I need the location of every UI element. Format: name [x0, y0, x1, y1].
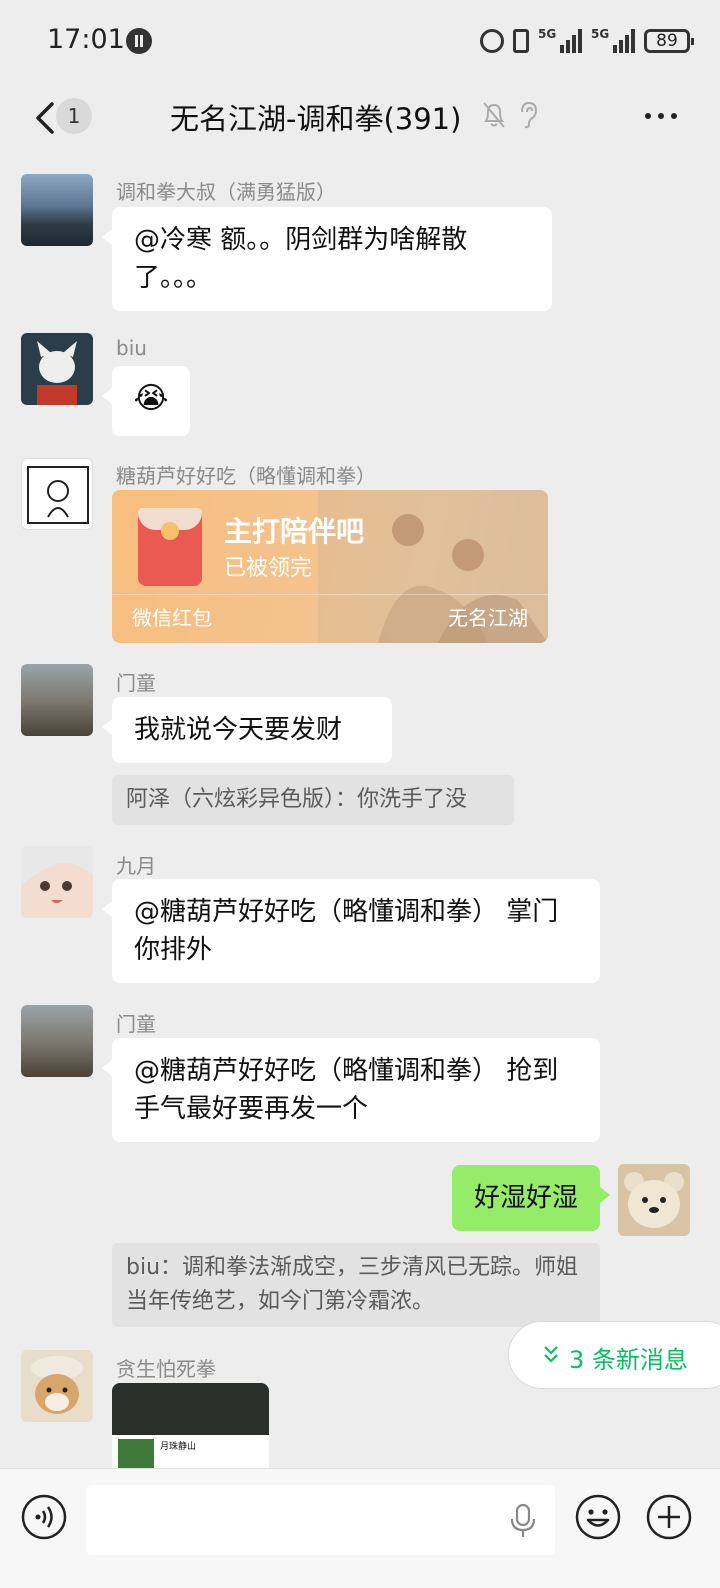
new-messages-button[interactable]: 3 条新消息 — [508, 1321, 720, 1389]
cartoon-girl-avatar-icon — [21, 846, 93, 903]
emoji-button[interactable] — [574, 1493, 622, 1541]
quoted-message[interactable]: biu：调和拳法渐成空，三步清风已无踪。师姐当年传绝艺，如今门第冷霜浓。 — [112, 1243, 600, 1327]
chat-header: 1 无名江湖-调和拳(391) — [0, 80, 720, 156]
avatar[interactable] — [21, 664, 93, 736]
emoji-bubble[interactable]: 😭 — [102, 366, 190, 436]
avatar[interactable] — [21, 1005, 93, 1077]
message-bubble[interactable]: 我就说今天要发财 — [102, 697, 392, 763]
red-packet-status: 已被领完 — [224, 556, 313, 581]
status-bar: 17:01 5G 5G 89 — [0, 0, 720, 80]
avatar[interactable] — [21, 458, 93, 530]
message-bubble[interactable]: @糖葫芦好好吃（略懂调和拳） 抢到手气最好要再发一个 — [102, 1038, 600, 1142]
vibrate-icon — [513, 29, 529, 53]
battery-icon: 89 — [644, 29, 694, 53]
quoted-message[interactable]: 阿泽（六炫彩异色版）：你洗手了没 — [112, 775, 514, 825]
pause-indicator-icon — [126, 28, 152, 54]
bear-toast-avatar-icon — [624, 1172, 684, 1228]
red-packet-brand: 无名江湖 — [448, 606, 528, 630]
alarm-icon — [480, 29, 504, 53]
signal-icon: 5G — [591, 27, 635, 53]
more-actions-button[interactable] — [645, 1493, 693, 1541]
red-envelope-icon — [138, 508, 202, 586]
crying-emoji-icon: 😭 — [133, 381, 169, 416]
message-input[interactable] — [86, 1485, 555, 1555]
chat-title[interactable]: 无名江湖-调和拳(391) — [170, 96, 461, 138]
status-time: 17:01 — [47, 24, 125, 55]
sender-name: 贪生怕死拳 — [116, 1357, 216, 1381]
sender-name: 调和拳大叔（满勇猛版） — [116, 180, 336, 204]
message-bubble[interactable]: @糖葫芦好好吃（略懂调和拳） 掌门你排外 — [102, 879, 600, 983]
cat-avatar-icon — [37, 341, 77, 405]
red-packet-label: 微信红包 — [132, 606, 212, 630]
new-messages-label: 3 条新消息 — [569, 1346, 688, 1374]
signal-icon: 5G — [538, 27, 582, 53]
sender-name: 门童 — [116, 1012, 156, 1036]
earpiece-icon — [521, 101, 538, 129]
doodle-avatar-icon — [27, 466, 89, 524]
shiba-avatar-icon — [31, 1356, 83, 1414]
avatar[interactable] — [21, 1350, 93, 1422]
message-bubble[interactable]: @冷寒 额。。阴剑群为啥解散了。。。 — [102, 207, 552, 311]
unread-badge: 1 — [56, 98, 92, 134]
microphone-icon[interactable] — [509, 1503, 537, 1539]
sender-name: 九月 — [116, 854, 156, 878]
sender-name: 糖葫芦好好吃（略懂调和拳） — [116, 464, 376, 488]
red-packet-title: 主打陪伴吧 — [224, 515, 365, 548]
input-toolbar — [0, 1468, 720, 1588]
red-packet-card[interactable]: 主打陪伴吧 已被领完 微信红包 无名江湖 — [112, 490, 548, 643]
avatar[interactable] — [21, 174, 93, 246]
avatar[interactable] — [21, 333, 93, 405]
my-message-bubble[interactable]: 好湿好湿 — [451, 1165, 611, 1231]
my-avatar[interactable] — [618, 1164, 690, 1236]
voice-mode-button[interactable] — [20, 1493, 68, 1541]
image-caption: 月珠静山 — [160, 1442, 197, 1452]
sender-name: 门童 — [116, 671, 156, 695]
image-message[interactable]: 月珠静山 — [112, 1383, 269, 1468]
status-icons: 5G 5G 89 — [480, 26, 694, 56]
double-chevron-down-icon — [544, 1346, 558, 1363]
mute-bell-icon — [483, 102, 505, 128]
more-options-button[interactable] — [642, 102, 680, 130]
avatar[interactable] — [21, 846, 93, 918]
sender-name: biu — [116, 336, 147, 360]
